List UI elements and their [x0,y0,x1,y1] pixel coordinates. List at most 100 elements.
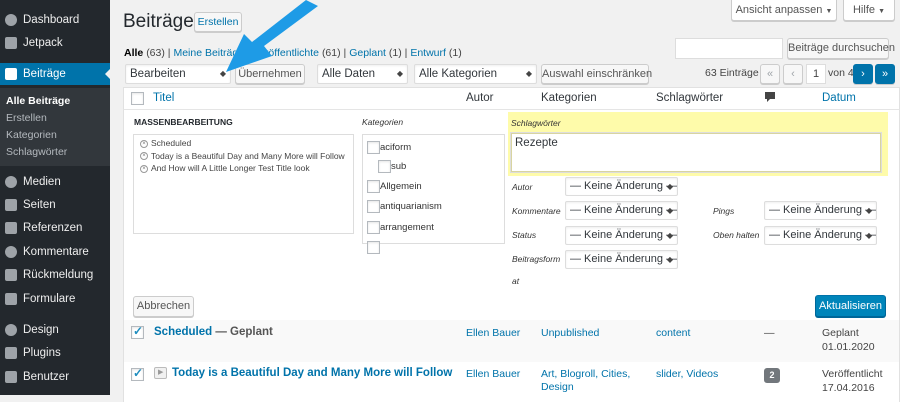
row-tags[interactable]: slider, Videos [656,368,718,380]
menu-item-pages[interactable]: Seiten [0,194,110,216]
column-tags: Schlagwörter [656,92,724,104]
comments-select[interactable]: — Keine Änderung — ◆ [565,201,678,220]
post-title-link[interactable]: Scheduled [154,326,212,338]
row-date-status: Veröffentlicht [822,368,883,380]
select-arrows-icon: ◆ [865,206,872,215]
column-title[interactable]: Titel [153,92,174,104]
search-input[interactable] [675,38,783,59]
category-checkbox[interactable] [367,241,380,254]
category-filter-select[interactable]: Alle Kategorien ◆ [414,64,537,84]
select-arrows-icon: ◆ [865,231,872,240]
submenu-item[interactable]: Erstellen [0,110,110,127]
menu-item-pin[interactable]: Beiträge [0,63,110,85]
category-checkbox[interactable] [367,141,380,154]
row-author[interactable]: Ellen Bauer [466,368,520,380]
menu-item-comments[interactable]: Kommentare [0,241,110,263]
post-format-label: Beitragsform [512,254,561,264]
screen-options-button[interactable]: Ansicht anpassen ▼ [731,0,837,21]
comments-label: Kommentare [512,206,561,216]
remove-item-icon[interactable]: × [140,164,148,173]
bulk-action-select[interactable]: Bearbeiten ◆ [125,64,231,84]
menu-item-label: Benutzer [23,371,70,383]
menu-item-dashboard[interactable]: Dashboard [0,9,110,31]
cancel-button[interactable]: Abbrechen [133,296,194,317]
status-select[interactable]: — Keine Änderung — ◆ [565,226,678,245]
submenu-item[interactable]: Alle Beiträge [0,93,110,110]
select-value: — Keine Änderung — [570,180,678,192]
row-checkbox[interactable] [131,366,144,381]
select-all-checkbox[interactable] [131,92,144,105]
row-author[interactable]: Ellen Bauer [466,327,520,339]
select-value: — Keine Änderung — [570,229,678,241]
row-checkbox[interactable] [131,324,144,339]
row-date: 01.01.2020 [822,341,875,353]
select-value: — Keine Änderung — [769,229,877,241]
post-format-select[interactable]: — Keine Änderung — ◆ [565,250,678,269]
submenu-item[interactable]: Schlagwörter [0,144,110,161]
users-icon [5,371,17,383]
filter-draft[interactable]: Entwurf [410,47,446,59]
last-page-button[interactable]: » [875,64,895,84]
prev-page-button: ‹ [783,64,803,84]
select-value: — Keine Änderung — [769,204,877,216]
menu-item-jetpack[interactable]: Jetpack [0,32,110,54]
menu-item-label: Dashboard [23,14,80,26]
pings-select[interactable]: — Keine Änderung — ◆ [764,201,877,220]
references-icon [5,222,17,234]
callout-arrow [226,0,318,72]
row-categories[interactable]: Art, Blogroll, Cities, [541,368,630,380]
category-checkbox[interactable] [367,180,380,193]
bulk-item-title: Scheduled [151,138,192,148]
author-select[interactable]: — Keine Änderung — ◆ [565,177,678,196]
comment-count-badge[interactable]: 2 [764,368,780,383]
row-categories[interactable]: Unpublished [541,327,599,339]
search-button[interactable]: Beiträge durchsuchen [787,38,895,59]
menu-item-design[interactable]: Design [0,319,110,341]
menu-item-users[interactable]: Benutzer [0,366,110,388]
chevron-down-icon: ▼ [825,8,833,15]
chevron-down-icon: ▼ [878,8,885,15]
row-date-status: Geplant [822,327,859,339]
filter-scheduled[interactable]: Geplant [349,47,386,59]
select-arrows-icon: ◆ [666,231,673,240]
plugins-icon [5,347,17,359]
pin-icon [5,68,17,80]
feedback-icon [5,269,17,281]
date-filter-select[interactable]: Alle Daten ◆ [317,64,408,84]
separator: | [343,47,347,59]
categories-label: Kategorien [362,117,404,127]
remove-item-icon[interactable]: × [140,152,148,161]
category-label: Allgemein [380,181,422,192]
tags-textarea[interactable]: Rezepte [510,132,882,173]
menu-item-references[interactable]: Referenzen [0,217,110,239]
menu-item-media[interactable]: Medien [0,171,110,193]
row-tags[interactable]: content [656,327,690,339]
sticky-select[interactable]: — Keine Änderung — ◆ [764,226,877,245]
post-title-link[interactable]: Today is a Beautiful Day and Many More w… [172,367,452,379]
menu-item-label: Seiten [23,199,56,211]
column-date[interactable]: Datum [822,92,856,104]
next-page-button[interactable]: › [853,64,873,84]
menu-item-feedback[interactable]: Rückmeldung [0,264,110,286]
category-checkbox[interactable] [367,221,380,234]
filter-all[interactable]: Alle [124,47,143,59]
menu-item-forms[interactable]: Formulare [0,288,110,310]
update-button[interactable]: Aktualisieren [815,295,886,317]
category-filter-value: Alle Kategorien [419,68,497,80]
page-number-input[interactable]: 1 [806,64,826,84]
remove-item-icon[interactable]: × [140,139,148,148]
comment-bubble-icon[interactable] [764,91,776,103]
help-button[interactable]: Hilfe ▼ [843,0,895,21]
row-categories-2[interactable]: Design [541,381,574,393]
category-checkbox[interactable] [367,200,380,213]
author-label: Autor [512,182,533,192]
select-arrows-icon: ◆ [396,69,403,78]
separator: | [404,47,408,59]
filter-button[interactable]: Auswahl einschränken [541,64,652,84]
menu-item-plugins[interactable]: Plugins [0,342,110,364]
category-label: arrangement [380,222,434,233]
post-format-label-2: at [512,276,520,286]
category-checkbox[interactable] [378,160,391,173]
submenu-item[interactable]: Kategorien [0,127,110,144]
table-header [123,87,900,110]
